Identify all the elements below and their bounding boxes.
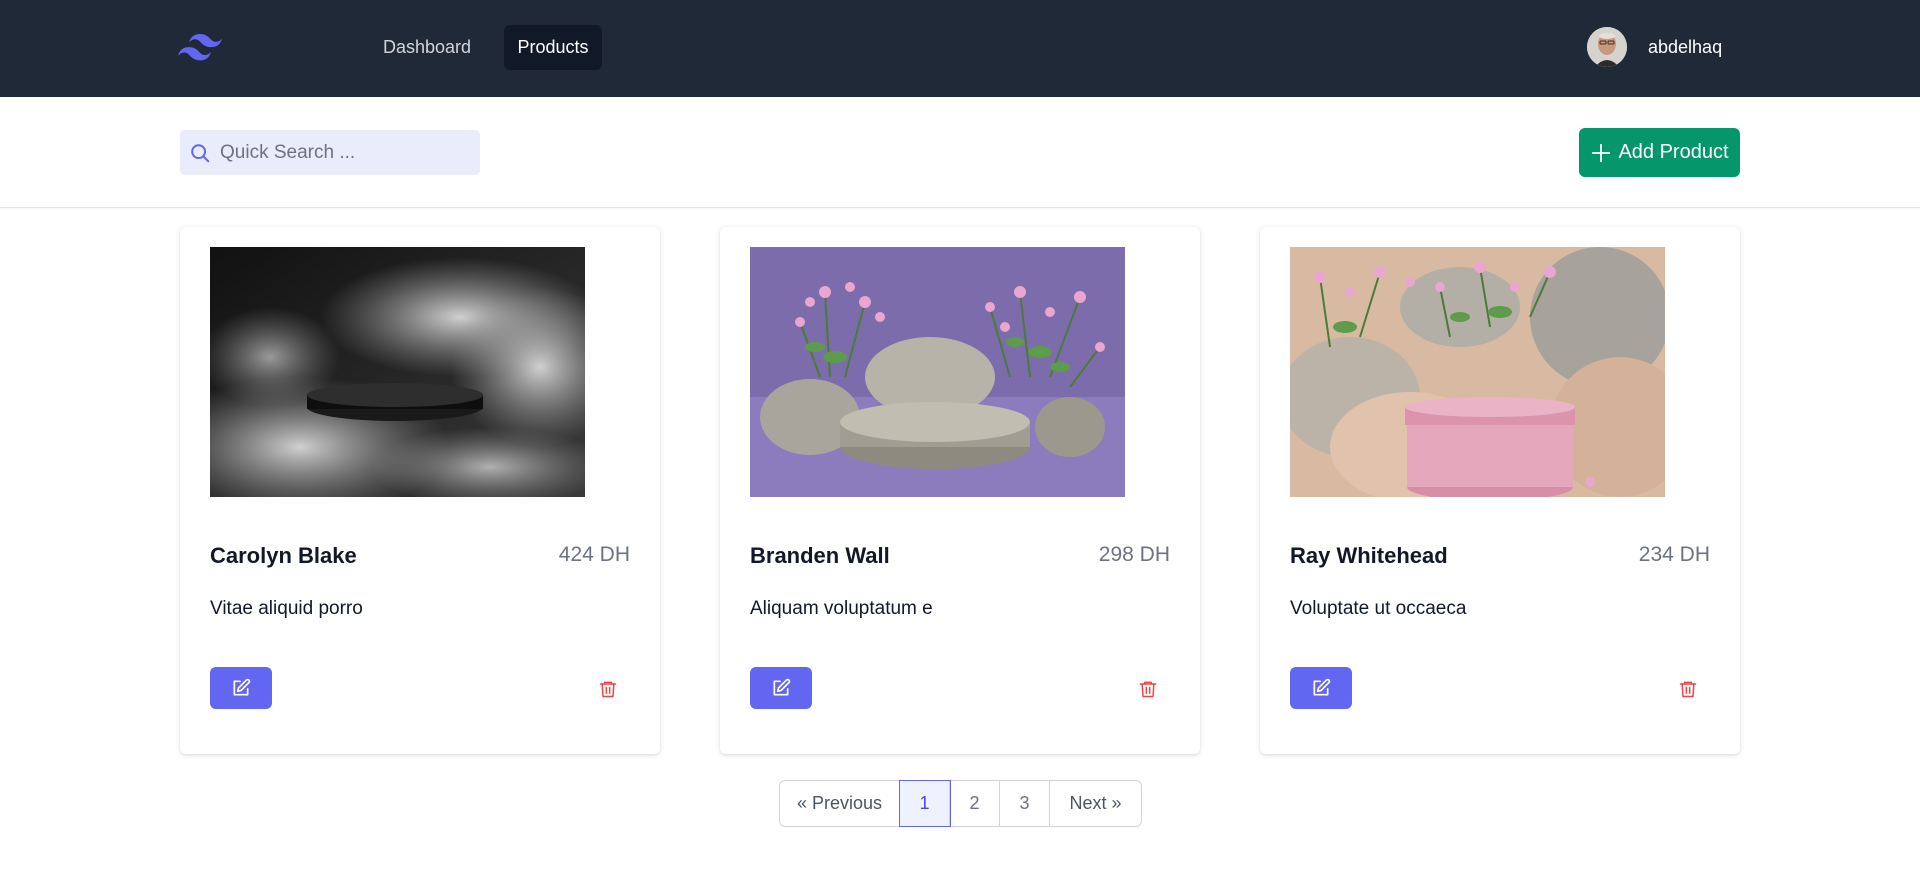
- delete-product-button[interactable]: [1676, 677, 1700, 701]
- trash-icon: [1139, 681, 1157, 698]
- product-card: Branden Wall 298 DH Aliquam voluptatum e: [720, 227, 1200, 754]
- pagination-next-button[interactable]: Next »: [1050, 781, 1141, 826]
- delete-product-button[interactable]: [1136, 677, 1160, 701]
- search-box[interactable]: [180, 130, 480, 175]
- edit-icon: [1313, 678, 1331, 696]
- user-avatar-icon: [1587, 27, 1627, 67]
- toolbar: Add Product: [0, 97, 1920, 208]
- product-name: Carolyn Blake: [210, 543, 357, 568]
- product-name: Ray Whitehead: [1290, 543, 1448, 568]
- product-description: Aliquam voluptatum e: [750, 598, 933, 619]
- delete-product-button[interactable]: [596, 677, 620, 701]
- product-price: 424 DH: [558, 543, 630, 566]
- edit-product-button[interactable]: [750, 667, 812, 709]
- plus-icon: [1592, 143, 1611, 162]
- pagination-previous-button[interactable]: « Previous: [780, 781, 900, 826]
- pagination-page-3[interactable]: 3: [1000, 781, 1050, 826]
- product-image: [1290, 247, 1665, 497]
- user-name[interactable]: abdelhaq: [1648, 37, 1722, 58]
- trash-icon: [599, 681, 617, 698]
- edit-product-button[interactable]: [1290, 667, 1352, 709]
- add-product-button[interactable]: Add Product: [1579, 128, 1740, 177]
- product-description: Voluptate ut occaeca: [1290, 598, 1467, 619]
- pagination-page-2[interactable]: 2: [950, 781, 1000, 826]
- nav-dashboard-link[interactable]: Dashboard: [370, 25, 484, 70]
- edit-product-button[interactable]: [210, 667, 272, 709]
- search-input[interactable]: [220, 130, 470, 175]
- product-card: Carolyn Blake 424 DH Vitae aliquid porro: [180, 227, 660, 754]
- edit-icon: [773, 678, 791, 696]
- pagination-page-1[interactable]: 1: [899, 780, 951, 827]
- product-image: [210, 247, 585, 497]
- product-image: [750, 247, 1125, 497]
- product-card: Ray Whitehead 234 DH Voluptate ut occaec…: [1260, 227, 1740, 754]
- product-description: Vitae aliquid porro: [210, 598, 363, 619]
- top-navbar: Dashboard Products abdelhaq: [0, 0, 1920, 97]
- add-product-label: Add Product: [1618, 141, 1729, 163]
- tailwind-logo-icon[interactable]: [178, 30, 222, 64]
- trash-icon: [1679, 681, 1697, 698]
- user-avatar[interactable]: [1587, 27, 1627, 67]
- nav-products-link[interactable]: Products: [504, 25, 602, 70]
- product-name: Branden Wall: [750, 543, 890, 568]
- product-price: 298 DH: [1098, 543, 1170, 566]
- search-icon: [191, 144, 210, 163]
- pagination: « Previous 1 2 3 Next »: [779, 780, 1142, 827]
- edit-icon: [233, 678, 251, 696]
- product-price: 234 DH: [1638, 543, 1710, 566]
